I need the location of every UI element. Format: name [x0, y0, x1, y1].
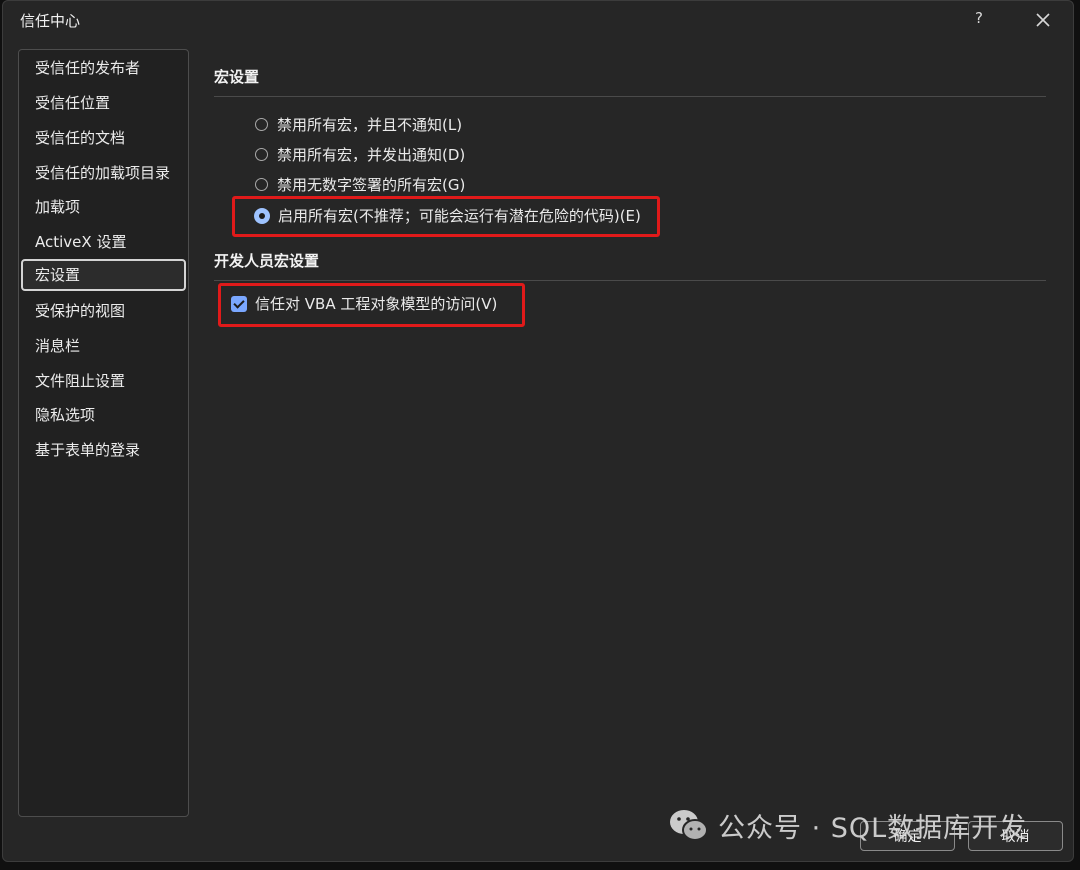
sidebar-item-trusted-publishers[interactable]: 受信任的发布者	[21, 52, 186, 84]
sidebar-item-trusted-documents[interactable]: 受信任的文档	[21, 122, 186, 154]
radio-enable-all[interactable]: 启用所有宏(不推荐；可能会运行有潜在危险的代码)(E)	[254, 205, 641, 226]
sidebar-item-trusted-locations[interactable]: 受信任位置	[21, 87, 186, 119]
sidebar-item-form-login[interactable]: 基于表单的登录	[21, 434, 186, 466]
sidebar-item-macro-settings[interactable]: 宏设置	[21, 259, 186, 291]
sidebar: 受信任的发布者 受信任位置 受信任的文档 受信任的加载项目录 加载项 Activ…	[18, 49, 189, 817]
help-icon[interactable]: ?	[975, 9, 983, 27]
radio-disable-with-notify[interactable]: 禁用所有宏，并发出通知(D)	[255, 144, 465, 165]
sidebar-item-file-block[interactable]: 文件阻止设置	[21, 365, 186, 397]
radio-label: 禁用无数字签署的所有宏(G)	[277, 176, 466, 194]
developer-settings-divider	[214, 280, 1046, 281]
close-icon[interactable]	[1033, 9, 1053, 31]
sidebar-item-protected-view[interactable]: 受保护的视图	[21, 295, 186, 327]
watermark-text: 公众号 · SQL数据库开发	[718, 813, 1028, 844]
checkbox-trust-vba[interactable]: 信任对 VBA 工程对象模型的访问(V)	[231, 293, 497, 314]
sidebar-item-trusted-addin-catalogs[interactable]: 受信任的加载项目录	[21, 157, 186, 189]
radio-disable-no-notify[interactable]: 禁用所有宏，并且不通知(L)	[255, 114, 462, 135]
radio-button-selected[interactable]	[254, 207, 270, 224]
trust-center-dialog: 信任中心 ? 受信任的发布者 受信任位置 受信任的文档 受信任的加载项目录 加载…	[2, 0, 1074, 862]
wechat-icon	[670, 809, 708, 841]
macro-settings-heading: 宏设置	[214, 68, 260, 86]
watermark: 公众号 · SQL数据库开发	[668, 806, 1027, 845]
sidebar-item-activex[interactable]: ActiveX 设置	[21, 226, 186, 258]
developer-settings-heading: 开发人员宏设置	[214, 252, 320, 270]
sidebar-item-addins[interactable]: 加载项	[21, 191, 186, 223]
macro-settings-divider	[214, 96, 1046, 97]
radio-button[interactable]	[255, 178, 268, 191]
radio-label: 禁用所有宏，并发出通知(D)	[277, 146, 466, 164]
radio-label: 禁用所有宏，并且不通知(L)	[277, 116, 463, 134]
checkbox-label: 信任对 VBA 工程对象模型的访问(V)	[255, 295, 498, 313]
checkbox-checked[interactable]	[231, 295, 247, 312]
radio-button[interactable]	[255, 148, 268, 161]
radio-disable-unsigned[interactable]: 禁用无数字签署的所有宏(G)	[255, 174, 465, 195]
sidebar-item-privacy[interactable]: 隐私选项	[21, 399, 186, 431]
sidebar-item-message-bar[interactable]: 消息栏	[21, 330, 186, 362]
dialog-title: 信任中心	[20, 12, 81, 30]
radio-label: 启用所有宏(不推荐；可能会运行有潜在危险的代码)(E)	[278, 207, 641, 225]
title-bar: 信任中心 ?	[3, 1, 1073, 41]
radio-button[interactable]	[255, 118, 268, 131]
